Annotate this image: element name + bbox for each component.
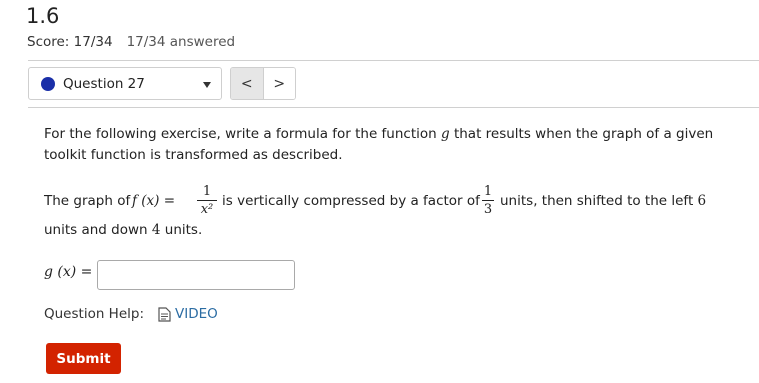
fraction1-denominator: x² [200, 202, 214, 217]
statement-part-3: units, then shifted to the left 6 [500, 193, 706, 209]
statement-part-3-text: units, then shifted to the left [500, 193, 698, 209]
answer-label: g (x) = [44, 264, 93, 280]
divider-bottom [28, 107, 759, 108]
next-question-button[interactable]: > [263, 68, 295, 99]
question-status-dot [41, 77, 55, 91]
submit-button[interactable]: Submit [46, 343, 121, 374]
statement-part-1: The graph of [44, 193, 131, 209]
statement-part-5: units. [160, 222, 203, 238]
question-nav-group: < > [230, 67, 296, 100]
fraction-one-third: 1 3 [482, 184, 494, 217]
statement-part-2: is vertically compressed by a factor of [222, 193, 480, 209]
fraction2-bar [482, 200, 494, 201]
fraction2-denominator: 3 [483, 202, 493, 217]
statement-part-4: units and down [44, 222, 152, 238]
prompt-var: g [441, 126, 450, 142]
video-link-label: VIDEO [175, 306, 218, 322]
score-text: Score: 17/34 [27, 34, 113, 50]
question-prompt: For the following exercise, write a form… [44, 124, 734, 166]
question-help-label: Question Help: [44, 306, 144, 322]
fraction-one-over-x-squared: 1 x² [197, 184, 217, 217]
previous-question-button[interactable]: < [231, 68, 264, 99]
video-help-link[interactable]: VIDEO [158, 306, 218, 322]
divider-top [28, 60, 759, 61]
fraction1-numerator: 1 [202, 184, 212, 199]
caret-down-icon [203, 82, 211, 88]
answered-count: 17/34 answered [126, 34, 236, 50]
question-select-label: Question 27 [63, 76, 145, 92]
question-select[interactable]: Question 27 [28, 67, 222, 100]
question-help: Question Help: VIDEO [44, 306, 218, 322]
prompt-pre: For the following exercise, write a form… [44, 126, 441, 142]
document-icon [158, 306, 171, 322]
score-line: Score: 17/34 17/34 answered [27, 34, 235, 50]
function-f-expression: f (x) = [132, 193, 176, 209]
assignment-title: 1.6 [26, 4, 60, 28]
shift-left-value: 6 [697, 193, 707, 209]
fraction2-numerator: 1 [483, 184, 493, 199]
statement-line-2: units and down 4 units. [44, 222, 202, 238]
answer-input[interactable] [97, 260, 295, 290]
fraction1-bar [197, 200, 217, 201]
